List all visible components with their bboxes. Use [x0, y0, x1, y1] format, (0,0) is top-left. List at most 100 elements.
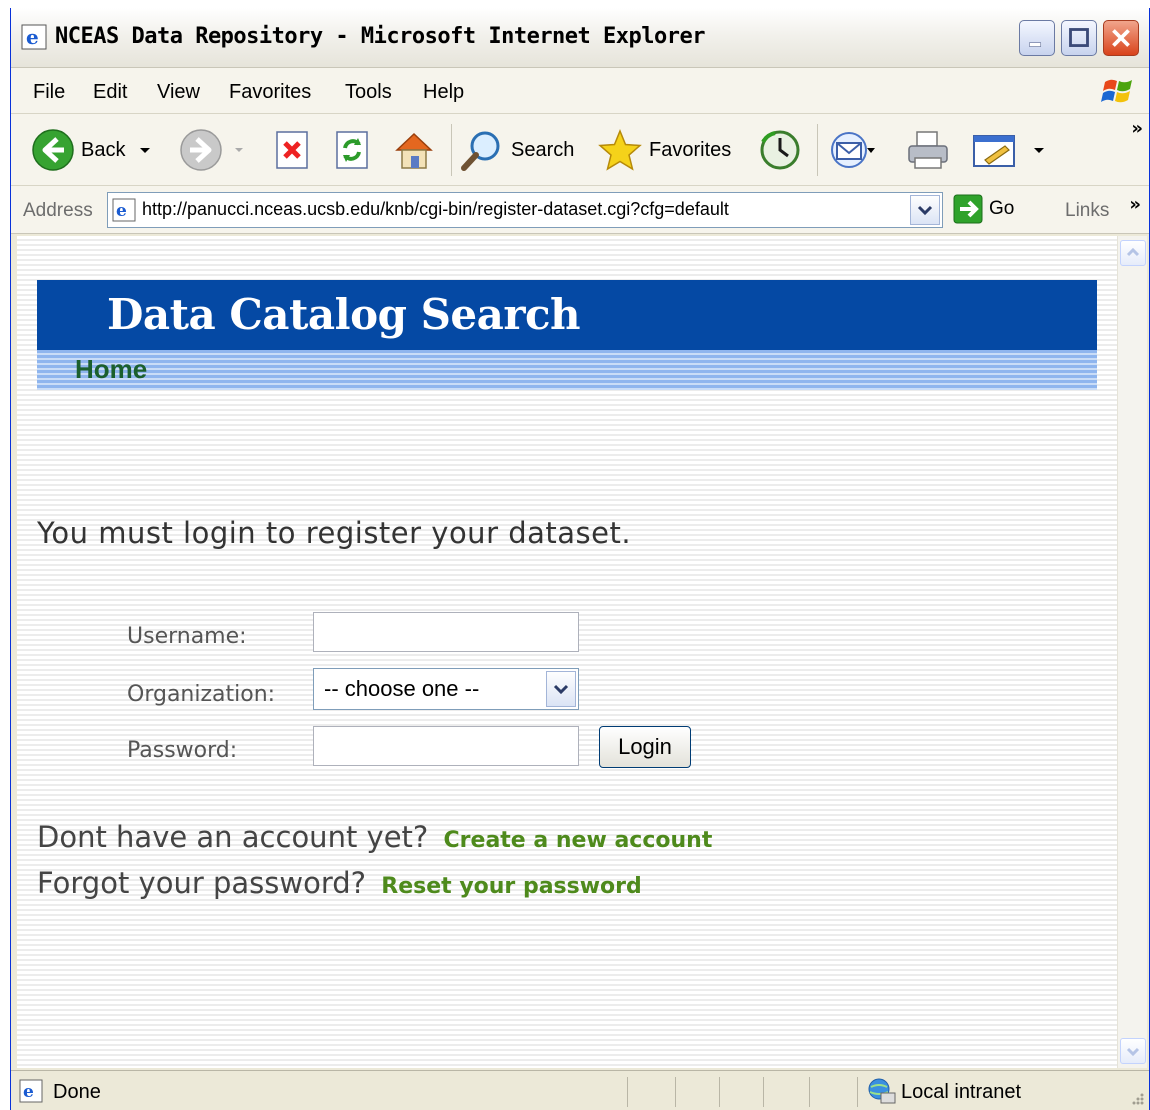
organization-select[interactable]: -- choose one --	[313, 668, 579, 710]
chevron-down-icon	[917, 205, 933, 216]
address-dropdown-button[interactable]	[910, 195, 940, 225]
window-title: NCEAS Data Repository - Microsoft Intern…	[55, 24, 706, 49]
links-label[interactable]: Links	[1065, 200, 1109, 222]
no-account-text: Dont have an account yet?	[37, 820, 429, 854]
printer-icon	[908, 131, 948, 169]
windows-flag-icon	[1101, 79, 1132, 103]
status-divider	[675, 1077, 676, 1107]
forgot-password-text: Forgot your password?	[37, 866, 367, 900]
toolbar-more-chevron-icon[interactable]: »	[1131, 118, 1143, 139]
mail-icon	[831, 132, 875, 168]
no-account-line: Dont have an account yet? Create a new a…	[37, 820, 712, 854]
menu-view[interactable]: View	[157, 81, 200, 104]
history-icon	[760, 130, 800, 170]
stop-button[interactable]	[273, 128, 311, 172]
toolbar-separator	[817, 124, 818, 176]
status-divider	[857, 1077, 858, 1107]
favorites-button[interactable]: Favorites	[597, 128, 731, 172]
nav-bar: Home	[37, 350, 1097, 390]
banner-title: Data Catalog Search	[107, 290, 581, 339]
status-divider	[627, 1077, 628, 1107]
back-arrow-icon	[32, 129, 74, 171]
resize-grip-icon[interactable]	[1129, 1090, 1145, 1106]
search-label: Search	[511, 138, 575, 161]
svg-text:e: e	[26, 25, 39, 49]
favorites-star-icon	[598, 129, 642, 171]
page-ie-icon: e	[112, 198, 136, 222]
title-bar[interactable]: e NCEAS Data Repository - Microsoft Inte…	[11, 8, 1149, 68]
site-banner: Data Catalog Search	[37, 280, 1097, 350]
address-input[interactable]: e http://panucci.nceas.ucsb.edu/knb/cgi-…	[107, 192, 943, 228]
home-link[interactable]: Home	[75, 354, 147, 385]
go-arrow-icon	[953, 194, 983, 224]
create-account-link[interactable]: Create a new account	[444, 828, 713, 853]
edit-button[interactable]	[971, 128, 1047, 172]
back-label: Back	[81, 138, 126, 161]
mail-button[interactable]	[829, 128, 875, 172]
history-button[interactable]	[757, 128, 803, 172]
address-label: Address	[23, 200, 93, 221]
organization-label: Organization:	[127, 682, 276, 707]
browser-window: e NCEAS Data Repository - Microsoft Inte…	[10, 8, 1150, 1110]
toolbar-separator	[451, 124, 452, 176]
forward-button[interactable]	[179, 128, 247, 172]
links-chevron-icon[interactable]: »	[1129, 194, 1141, 215]
edit-dropdown-icon[interactable]	[1031, 142, 1047, 158]
minimize-button[interactable]	[1019, 20, 1055, 56]
search-icon	[461, 131, 500, 171]
address-url: http://panucci.nceas.ucsb.edu/knb/cgi-bi…	[142, 199, 729, 219]
chevron-down-icon	[553, 684, 569, 695]
username-label: Username:	[127, 624, 247, 649]
refresh-icon	[336, 131, 368, 169]
page-content: Data Catalog Search Home You must login …	[17, 236, 1117, 1068]
menu-favorites[interactable]: Favorites	[229, 81, 311, 104]
status-divider	[719, 1077, 720, 1107]
status-divider	[809, 1077, 810, 1107]
menu-bar: File Edit View Favorites Tools Help	[11, 68, 1149, 114]
forward-arrow-icon	[180, 129, 222, 171]
stop-icon	[276, 131, 308, 169]
username-field[interactable]	[313, 612, 579, 652]
back-button[interactable]: Back	[31, 128, 155, 172]
minimize-icon	[1029, 42, 1042, 47]
login-button[interactable]: Login	[599, 726, 691, 768]
toolbar: Back Search Favorites »	[11, 114, 1149, 186]
home-icon	[395, 132, 433, 169]
print-button[interactable]	[905, 128, 951, 172]
forward-dropdown-icon[interactable]	[231, 142, 247, 158]
svg-text:e: e	[23, 1082, 34, 1102]
menu-tools[interactable]: Tools	[345, 81, 392, 104]
chevron-down-icon	[1126, 1047, 1140, 1057]
home-button[interactable]	[391, 128, 437, 172]
password-label: Password:	[127, 738, 238, 763]
search-button[interactable]: Search	[459, 128, 574, 172]
svg-text:e: e	[116, 201, 127, 221]
close-button[interactable]	[1103, 20, 1139, 56]
refresh-button[interactable]	[333, 128, 371, 172]
back-dropdown-icon[interactable]	[135, 140, 155, 160]
scroll-up-button[interactable]	[1120, 240, 1146, 266]
scroll-down-button[interactable]	[1120, 1038, 1146, 1064]
menu-help[interactable]: Help	[423, 81, 464, 104]
maximize-icon	[1069, 28, 1089, 47]
password-field[interactable]	[313, 726, 579, 766]
maximize-button[interactable]	[1061, 20, 1097, 56]
menu-file[interactable]: File	[33, 81, 65, 104]
status-text: Done	[53, 1081, 101, 1103]
vertical-scrollbar[interactable]	[1117, 236, 1147, 1068]
go-button[interactable]: Go	[953, 194, 1014, 224]
page-ie-icon: e	[19, 1079, 43, 1103]
login-message: You must login to register your dataset.	[37, 516, 632, 550]
edit-page-icon	[973, 135, 1015, 167]
ie-logo-icon: e	[21, 24, 47, 50]
favorites-label: Favorites	[649, 138, 732, 161]
reset-password-link[interactable]: Reset your password	[381, 874, 642, 899]
security-zone-text: Local intranet	[901, 1081, 1022, 1103]
chevron-up-icon	[1126, 247, 1140, 257]
organization-dropdown-button[interactable]	[546, 671, 576, 707]
menu-edit[interactable]: Edit	[93, 81, 127, 104]
status-bar: e Done Local intranet	[11, 1070, 1149, 1110]
close-icon	[1112, 29, 1130, 47]
address-bar: Address e http://panucci.nceas.ucsb.edu/…	[11, 186, 1149, 234]
go-label: Go	[989, 198, 1015, 219]
